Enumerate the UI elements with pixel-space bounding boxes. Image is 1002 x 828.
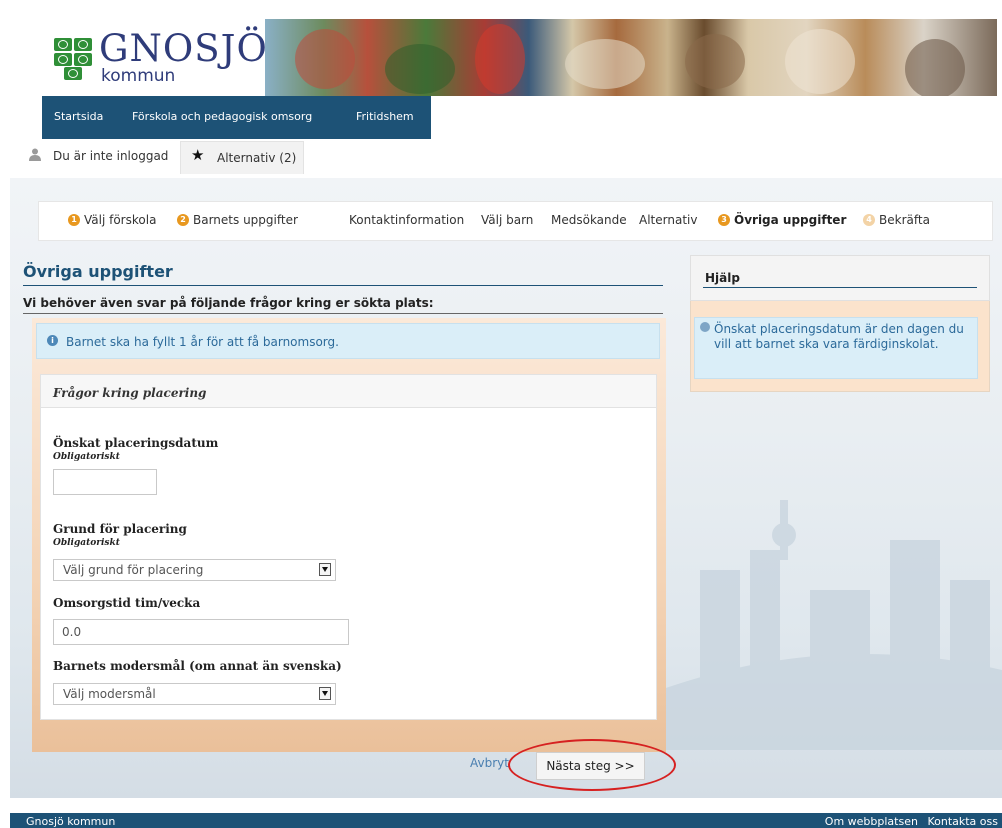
step-medsokande[interactable]: Medsökande <box>551 213 627 227</box>
gnosjo-shield-icon <box>52 36 94 80</box>
help-title: Hjälp <box>705 271 740 285</box>
step-number-icon: 3 <box>718 214 730 226</box>
language-label: Barnets modersmål (om annat än svenska) <box>53 659 342 673</box>
city-silhouette-graphic <box>660 500 1002 750</box>
mother-tongue-select[interactable]: Välj modersmål <box>53 683 336 705</box>
nav-item-startsida[interactable]: Startsida <box>54 110 103 123</box>
intro-divider <box>23 313 663 314</box>
info-notice-text: Barnet ska ha fyllt 1 år för att få barn… <box>66 335 339 349</box>
step-ovriga-uppgifter: Övriga uppgifter <box>734 213 847 227</box>
section-title: Frågor kring placering <box>53 386 207 400</box>
step-barnets-uppgifter[interactable]: Barnets uppgifter <box>193 213 298 227</box>
help-info-icon <box>700 322 710 332</box>
step-valj-barn[interactable]: Välj barn <box>481 213 533 227</box>
date-required-hint: Obligatoriskt <box>53 452 120 462</box>
login-status[interactable]: Du är inte inloggad <box>53 149 168 163</box>
cancel-link[interactable]: Avbryt <box>470 756 509 770</box>
highlight-circle <box>508 739 676 791</box>
step-number-icon: 4 <box>863 214 875 226</box>
step-bekrafta: Bekräfta <box>879 213 930 227</box>
step-valj-forskola[interactable]: Välj förskola <box>84 213 156 227</box>
title-divider <box>23 285 663 286</box>
alternatives-tab-label[interactable]: Alternativ (2) <box>217 151 296 165</box>
star-icon: ★ <box>191 146 205 164</box>
placement-reason-select[interactable]: Välj grund för placering <box>53 559 336 581</box>
reason-required-hint: Obligatoriskt <box>53 538 120 548</box>
intro-text: Vi behöver även svar på följande frågor … <box>23 296 434 310</box>
placement-date-input[interactable] <box>53 469 157 495</box>
help-divider <box>703 287 977 288</box>
reason-label: Grund för placering <box>53 522 187 536</box>
footer-link-contact[interactable]: Kontakta oss <box>927 815 998 828</box>
page-title: Övriga uppgifter <box>23 262 173 281</box>
hours-label: Omsorgstid tim/vecka <box>53 596 201 610</box>
step-number-icon: 1 <box>68 214 80 226</box>
nav-item-fritidshem[interactable]: Fritidshem <box>356 110 414 123</box>
chevron-down-icon <box>319 563 331 576</box>
footer-links: Om webbplatsen Kontakta oss <box>819 815 998 828</box>
footer-link-about[interactable]: Om webbplatsen <box>825 815 918 828</box>
date-label: Önskat placeringsdatum <box>53 436 219 450</box>
user-icon <box>29 148 41 161</box>
logo-subtitle: kommun <box>101 66 176 86</box>
mother-tongue-value: Välj modersmål <box>63 687 156 701</box>
care-hours-input[interactable]: 0.0 <box>53 619 349 645</box>
header-photo-collage <box>265 19 997 96</box>
info-icon: i <box>47 335 58 346</box>
placement-reason-value: Välj grund för placering <box>63 563 204 577</box>
logo-wordmark: GNOSJÖ <box>99 27 268 70</box>
nav-item-forskola[interactable]: Förskola och pedagogisk omsorg <box>132 110 312 123</box>
step-alternativ[interactable]: Alternativ <box>639 213 697 227</box>
chevron-down-icon <box>319 687 331 700</box>
footer-org-name: Gnosjö kommun <box>26 815 116 828</box>
step-kontaktinformation[interactable]: Kontaktinformation <box>349 213 464 227</box>
main-nav: Startsida Förskola och pedagogisk omsorg… <box>42 96 431 139</box>
step-number-icon: 2 <box>177 214 189 226</box>
help-text: Önskat placeringsdatum är den dagen du v… <box>714 322 964 351</box>
